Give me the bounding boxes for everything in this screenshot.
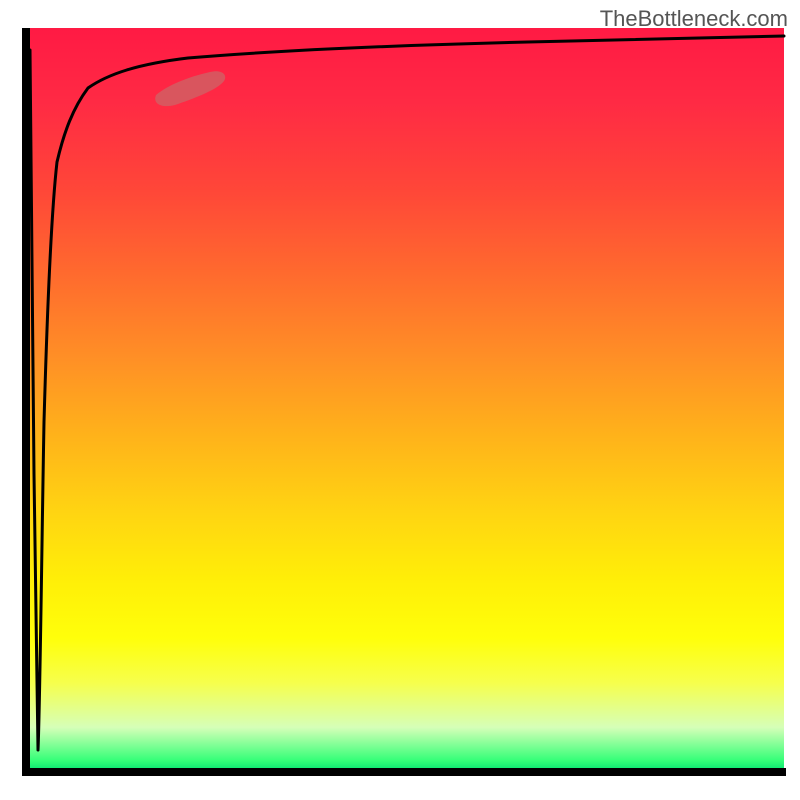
chart-svg xyxy=(28,28,784,772)
y-axis xyxy=(22,28,30,776)
highlight-blob xyxy=(155,71,225,106)
plot-area xyxy=(28,28,784,772)
watermark-text: TheBottleneck.com xyxy=(600,6,788,32)
x-axis xyxy=(22,768,786,776)
performance-curve xyxy=(30,36,784,750)
